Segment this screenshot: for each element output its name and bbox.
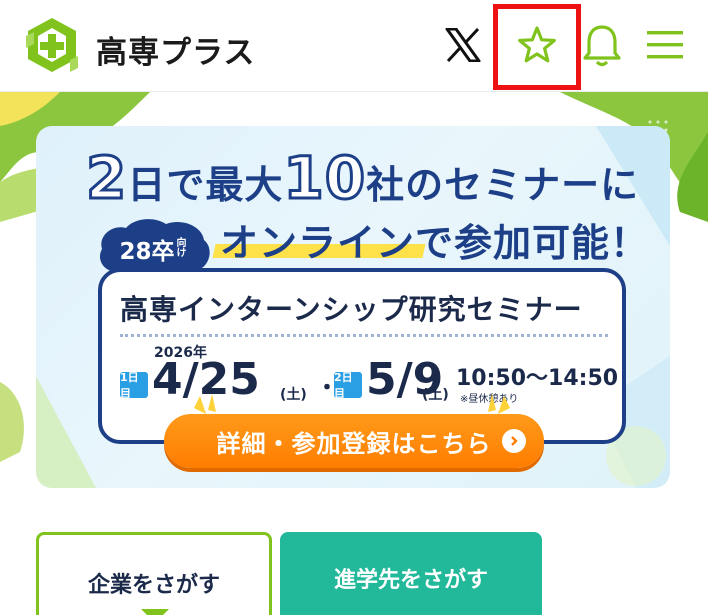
headline-line2: オンラインで参加可能！ [220, 221, 650, 265]
register-cta-label: 詳細・参加登録はこちら [216, 429, 492, 458]
star-highlight-box [493, 4, 581, 90]
site-header: 高専プラス [0, 0, 708, 92]
day1-weekday: (土) [280, 387, 307, 403]
card-divider [120, 334, 608, 337]
x-logo-icon[interactable] [436, 18, 490, 72]
headline-line1: 2日で最大10社のセミナーに [84, 143, 640, 214]
sparkle-left-icon [194, 394, 216, 414]
day2-weekday: (土) [422, 387, 449, 403]
seminar-title: 高専インターンシップ研究セミナー [120, 293, 583, 326]
day2-tag: 2日目 [334, 371, 362, 400]
search-school-button[interactable]: 進学先をさがす [280, 532, 542, 615]
bell-icon[interactable] [575, 18, 629, 72]
search-company-label: 企業をさがす [87, 573, 220, 598]
hamburger-menu-icon[interactable] [638, 18, 692, 72]
sparkle-right-icon [488, 394, 510, 414]
kosen-plus-logo-icon[interactable] [20, 14, 84, 78]
caret-down-icon [141, 609, 169, 615]
day1-tag: 1日目 [120, 371, 148, 400]
chevron-right-icon [502, 429, 526, 453]
search-school-label: 進学先をさがす [333, 568, 488, 593]
seminar-banner[interactable]: 2日で最大10社のセミナーに オンラインで参加可能！ 28卒 向け 高専インター… [36, 126, 670, 488]
register-cta-button[interactable]: 詳細・参加登録はこちら [164, 394, 544, 468]
event-time: 10:50〜14:50 [456, 366, 619, 391]
brand-name[interactable]: 高専プラス [96, 27, 255, 72]
search-company-button[interactable]: 企業をさがす [36, 532, 272, 615]
